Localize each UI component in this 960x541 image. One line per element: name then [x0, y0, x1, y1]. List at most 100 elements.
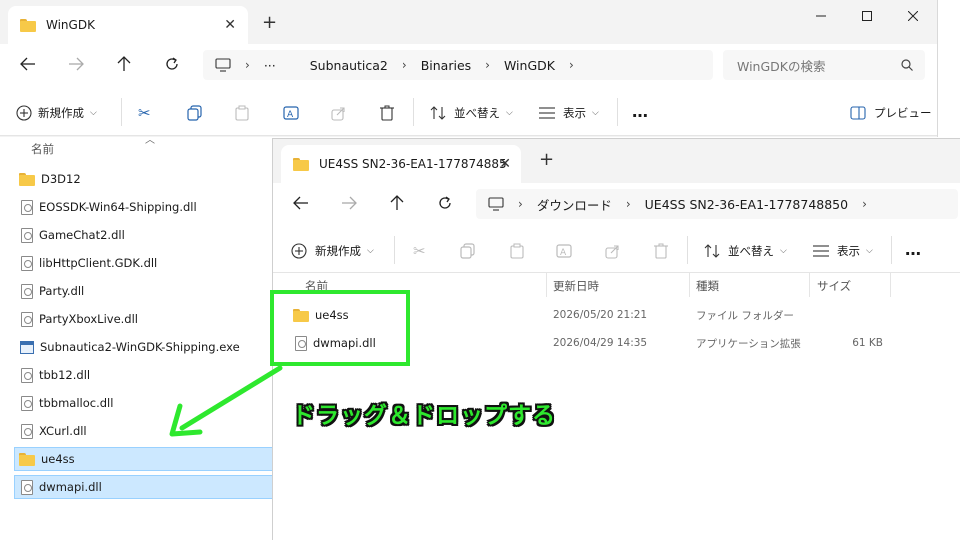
more-icon[interactable]: ···: [264, 58, 276, 73]
navigation-bar: › ダウンロード › UE4SS SN2-36-EA1-1778748850 ›: [273, 183, 960, 227]
up-button[interactable]: [383, 189, 411, 217]
paste-button[interactable]: [509, 237, 525, 265]
column-header-type[interactable]: 種類: [696, 278, 719, 294]
tab-strip: WinGDK ✕ +: [0, 0, 937, 44]
sort-button[interactable]: 並べ替え ⌵: [704, 237, 787, 265]
chevron-down-icon: ⌵: [780, 246, 787, 256]
share-icon: [605, 245, 619, 259]
new-button[interactable]: 新規作成 ⌵: [291, 237, 374, 265]
list-item[interactable]: GameChat2.dll: [16, 223, 274, 247]
more-icon: …: [632, 101, 648, 121]
chevron-right-icon: ›: [485, 58, 490, 72]
up-button[interactable]: [110, 50, 138, 78]
list-item[interactable]: Party.dll: [16, 279, 274, 303]
file-name: Subnautica2-WinGDK-Shipping.exe: [40, 340, 240, 354]
minimize-button[interactable]: [798, 0, 844, 32]
sort-ascending-icon: ︿: [145, 135, 155, 146]
divider: [394, 236, 395, 264]
close-window-button[interactable]: [890, 0, 936, 32]
breadcrumb-item[interactable]: WinGDK: [504, 58, 555, 73]
breadcrumb-item[interactable]: Subnautica2: [310, 58, 388, 73]
preview-pane-icon: [850, 106, 866, 120]
close-icon[interactable]: ✕: [224, 18, 236, 32]
green-arrow-icon: [169, 365, 283, 437]
maximize-icon: [862, 11, 872, 21]
list-item[interactable]: PartyXboxLive.dll: [16, 307, 274, 331]
sort-label: 並べ替え: [728, 244, 774, 258]
sort-icon: [704, 244, 720, 258]
rename-icon: A: [556, 244, 572, 258]
column-header-size[interactable]: サイズ: [817, 278, 851, 294]
breadcrumb-item[interactable]: Binaries: [421, 58, 471, 73]
breadcrumb-item[interactable]: UE4SS SN2-36-EA1-1778748850: [645, 197, 848, 212]
paste-button[interactable]: [234, 99, 250, 127]
close-icon[interactable]: ✕: [499, 157, 511, 171]
address-bar[interactable]: › ダウンロード › UE4SS SN2-36-EA1-1778748850 ›: [476, 189, 958, 219]
delete-button[interactable]: [653, 237, 669, 265]
maximize-button[interactable]: [844, 0, 890, 32]
search-input[interactable]: WinGDKの検索: [737, 56, 826, 75]
new-tab-button[interactable]: +: [539, 151, 554, 169]
list-item-selected[interactable]: ue4ss: [14, 447, 274, 471]
column-header-date[interactable]: 更新日時: [553, 278, 599, 294]
file-name: EOSSDK-Win64-Shipping.dll: [39, 200, 197, 214]
list-view-icon: [539, 107, 555, 119]
share-button[interactable]: [331, 99, 347, 127]
arrow-left-icon: [20, 57, 35, 71]
chevron-right-icon: ›: [625, 197, 631, 211]
file-date: 2026/04/29 14:35: [553, 337, 648, 349]
plus-circle-icon: [16, 105, 32, 121]
view-button[interactable]: 表示 ⌵: [539, 99, 599, 127]
cut-button[interactable]: ✂: [138, 99, 151, 127]
list-item[interactable]: EOSSDK-Win64-Shipping.dll: [16, 195, 274, 219]
chevron-right-icon: ›: [401, 58, 407, 72]
tab-ue4ss[interactable]: UE4SS SN2-36-EA1-177874885 ✕: [281, 145, 521, 183]
more-options-button[interactable]: …: [905, 235, 921, 263]
list-item-selected[interactable]: dwmapi.dll: [14, 475, 274, 499]
search-box[interactable]: WinGDKの検索: [723, 50, 925, 80]
cut-button[interactable]: ✂: [413, 237, 426, 265]
close-icon: [908, 11, 918, 21]
new-button[interactable]: 新規作成 ⌵: [16, 99, 97, 127]
file-name: GameChat2.dll: [39, 228, 125, 242]
forward-button[interactable]: [335, 189, 363, 217]
dll-file-icon: [21, 423, 33, 439]
back-button[interactable]: [14, 50, 42, 78]
delete-button[interactable]: [379, 99, 395, 127]
view-button[interactable]: 表示 ⌵: [813, 237, 873, 265]
file-name: dwmapi.dll: [39, 480, 102, 494]
more-options-button[interactable]: …: [632, 97, 648, 125]
back-button[interactable]: [287, 189, 315, 217]
sort-button[interactable]: 並べ替え ⌵: [430, 99, 513, 127]
refresh-button[interactable]: [158, 50, 186, 78]
list-item[interactable]: D3D12: [16, 167, 274, 191]
divider: [413, 98, 414, 126]
address-bar[interactable]: › ··· Subnautica2 › Binaries › WinGDK ›: [203, 50, 713, 80]
list-item[interactable]: libHttpClient.GDK.dll: [16, 251, 274, 275]
forward-button[interactable]: [62, 50, 90, 78]
dll-file-icon: [21, 367, 33, 383]
tab-wingdk[interactable]: WinGDK ✕: [8, 6, 248, 44]
column-header-name[interactable]: 名前: [31, 141, 54, 157]
rename-button[interactable]: A: [283, 99, 301, 127]
copy-icon: [460, 243, 475, 259]
copy-button[interactable]: [187, 99, 203, 127]
refresh-button[interactable]: [431, 189, 459, 217]
copy-button[interactable]: [460, 237, 476, 265]
rename-button[interactable]: A: [556, 237, 574, 265]
divider: [687, 236, 688, 264]
share-button[interactable]: [605, 237, 621, 265]
svg-text:A: A: [560, 248, 567, 258]
preview-button[interactable]: プレビュー: [850, 99, 932, 127]
tab-label: WinGDK: [46, 18, 95, 32]
monitor-icon: [488, 197, 504, 211]
list-item[interactable]: Subnautica2-WinGDK-Shipping.exe: [16, 335, 274, 359]
file-name: tbbmalloc.dll: [39, 396, 114, 410]
new-label: 新規作成: [315, 244, 361, 258]
highlight-box: [270, 290, 410, 366]
new-tab-button[interactable]: +: [262, 14, 277, 32]
clipboard-icon: [510, 243, 524, 259]
plus-circle-icon: [291, 243, 307, 259]
breadcrumb-item[interactable]: ダウンロード: [537, 195, 612, 214]
column-divider: [546, 273, 547, 297]
